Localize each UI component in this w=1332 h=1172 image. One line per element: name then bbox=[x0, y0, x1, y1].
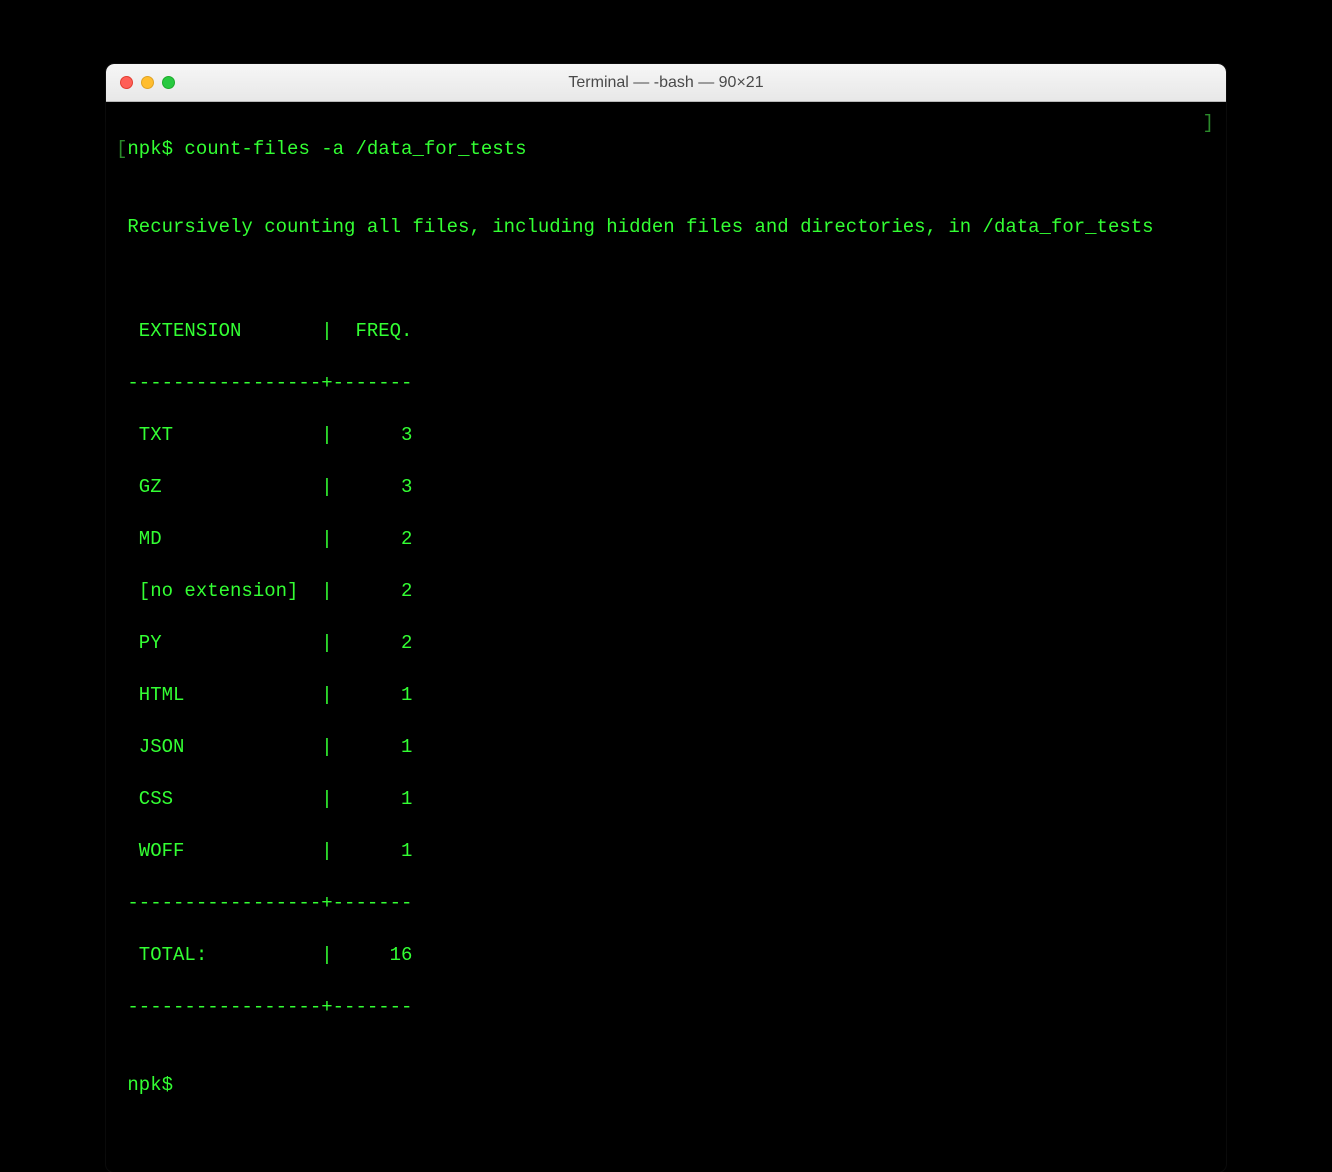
cursor-icon bbox=[184, 1074, 195, 1096]
traffic-lights bbox=[106, 76, 175, 89]
prompt-line-1: [npk$ count-files -a /data_for_tests] bbox=[116, 136, 1216, 162]
command-text: count-files -a /data_for_tests bbox=[184, 138, 526, 160]
maximize-icon[interactable] bbox=[162, 76, 175, 89]
prompt-text: npk$ bbox=[116, 1074, 184, 1096]
table-row: PY | 2 bbox=[116, 630, 1216, 656]
table-row: JSON | 1 bbox=[116, 734, 1216, 760]
table-row: TXT | 3 bbox=[116, 422, 1216, 448]
terminal-content[interactable]: [npk$ count-files -a /data_for_tests] Re… bbox=[106, 102, 1226, 1172]
prompt-user: npk$ bbox=[127, 138, 184, 160]
table-total: TOTAL: | 16 bbox=[116, 942, 1216, 968]
table-row: GZ | 3 bbox=[116, 474, 1216, 500]
table-row: [no extension] | 2 bbox=[116, 578, 1216, 604]
close-icon[interactable] bbox=[120, 76, 133, 89]
table-row: HTML | 1 bbox=[116, 682, 1216, 708]
window-titlebar[interactable]: Terminal — -bash — 90×21 bbox=[106, 64, 1226, 102]
terminal-window: Terminal — -bash — 90×21 [npk$ count-fil… bbox=[106, 64, 1226, 1172]
prompt-line-2: npk$ bbox=[116, 1072, 1216, 1098]
table-divider: -----------------+------- bbox=[116, 890, 1216, 916]
table-row: WOFF | 1 bbox=[116, 838, 1216, 864]
minimize-icon[interactable] bbox=[141, 76, 154, 89]
table-divider: -----------------+------- bbox=[116, 994, 1216, 1020]
close-bracket: ] bbox=[1203, 110, 1214, 136]
window-title: Terminal — -bash — 90×21 bbox=[106, 74, 1226, 92]
table-divider: -----------------+------- bbox=[116, 370, 1216, 396]
table-row: MD | 2 bbox=[116, 526, 1216, 552]
table-header: EXTENSION | FREQ. bbox=[116, 318, 1216, 344]
table-row: CSS | 1 bbox=[116, 786, 1216, 812]
status-line: Recursively counting all files, includin… bbox=[116, 214, 1216, 240]
open-bracket: [ bbox=[116, 138, 127, 160]
